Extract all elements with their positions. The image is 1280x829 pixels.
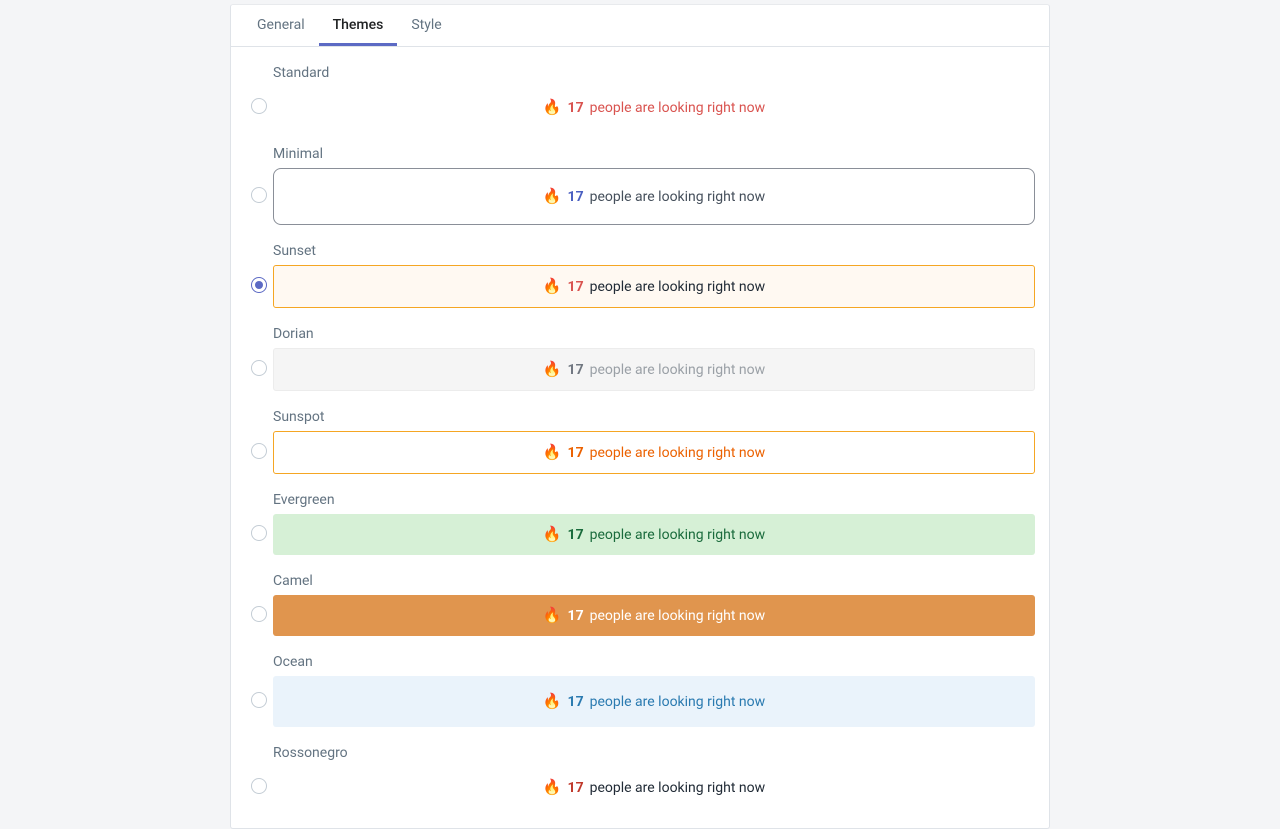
- radio-col: [245, 259, 273, 293]
- theme-row-rossonegro: Rossonegro 🔥 17 people are looking right no…: [245, 745, 1035, 808]
- theme-col: Sunset 🔥 17 people are looking right now: [273, 243, 1035, 308]
- theme-col: Dorian 🔥 17 people are looking right now: [273, 326, 1035, 391]
- preview-text: people are looking right now: [590, 363, 766, 377]
- radio-ocean[interactable]: [251, 692, 267, 708]
- theme-row-minimal: Minimal 🔥 17 people are looking right now: [245, 146, 1035, 225]
- preview-count: 17: [568, 528, 584, 542]
- radio-col: [245, 760, 273, 794]
- radio-camel[interactable]: [251, 606, 267, 622]
- theme-row-sunspot: Sunspot 🔥 17 people are looking right now: [245, 409, 1035, 474]
- theme-preview-sunset[interactable]: 🔥 17 people are looking right now: [273, 265, 1035, 308]
- theme-col: Minimal 🔥 17 people are looking right now: [273, 146, 1035, 225]
- theme-col: Sunspot 🔥 17 people are looking right now: [273, 409, 1035, 474]
- theme-col: Camel 🔥 17 people are looking right now: [273, 573, 1035, 636]
- preview-text: people are looking right now: [590, 101, 766, 115]
- preview-count: 17: [568, 280, 584, 294]
- radio-dorian[interactable]: [251, 360, 267, 376]
- theme-col: Ocean 🔥 17 people are looking right now: [273, 654, 1035, 727]
- theme-name-label: Rossonegro: [273, 745, 1035, 761]
- theme-row-evergreen: Evergreen 🔥 17 people are looking right now: [245, 492, 1035, 555]
- theme-row-sunset: Sunset 🔥 17 people are looking right now: [245, 243, 1035, 308]
- radio-col: [245, 169, 273, 203]
- tab-bar: General Themes Style: [231, 5, 1049, 47]
- theme-preview-dorian[interactable]: 🔥 17 people are looking right now: [273, 348, 1035, 391]
- radio-col: [245, 425, 273, 459]
- radio-col: [245, 674, 273, 708]
- theme-preview-rossonegro[interactable]: 🔥 17 people are looking right now: [273, 767, 1035, 808]
- theme-preview-sunspot[interactable]: 🔥 17 people are looking right now: [273, 431, 1035, 474]
- radio-rossonegro[interactable]: [251, 778, 267, 794]
- preview-text: people are looking right now: [590, 280, 766, 294]
- theme-preview-ocean[interactable]: 🔥 17 people are looking right now: [273, 676, 1035, 727]
- fire-icon: 🔥: [543, 445, 562, 460]
- theme-name-label: Minimal: [273, 146, 1035, 162]
- preview-count: 17: [568, 781, 584, 795]
- preview-count: 17: [568, 695, 584, 709]
- preview-text: people are looking right now: [590, 528, 766, 542]
- theme-preview-standard[interactable]: 🔥 17 people are looking right now: [273, 87, 1035, 128]
- tab-general[interactable]: General: [243, 5, 319, 46]
- preview-text: people are looking right now: [590, 446, 766, 460]
- settings-panel: General Themes Style Standard 🔥 17 people a…: [230, 4, 1050, 829]
- fire-icon: 🔥: [543, 527, 562, 542]
- theme-name-label: Sunset: [273, 243, 1035, 259]
- fire-icon: 🔥: [543, 279, 562, 294]
- theme-name-label: Ocean: [273, 654, 1035, 670]
- preview-count: 17: [568, 609, 584, 623]
- theme-preview-camel[interactable]: 🔥 17 people are looking right now: [273, 595, 1035, 636]
- preview-text: people are looking right now: [590, 190, 766, 204]
- radio-sunset[interactable]: [251, 277, 267, 293]
- radio-sunspot[interactable]: [251, 443, 267, 459]
- radio-col: [245, 507, 273, 541]
- theme-name-label: Camel: [273, 573, 1035, 589]
- theme-name-label: Dorian: [273, 326, 1035, 342]
- fire-icon: 🔥: [543, 780, 562, 795]
- theme-col: Standard 🔥 17 people are looking right now: [273, 65, 1035, 128]
- radio-col: [245, 80, 273, 114]
- radio-col: [245, 342, 273, 376]
- preview-text: people are looking right now: [590, 695, 766, 709]
- theme-preview-evergreen[interactable]: 🔥 17 people are looking right now: [273, 514, 1035, 555]
- preview-count: 17: [568, 446, 584, 460]
- fire-icon: 🔥: [543, 608, 562, 623]
- theme-row-dorian: Dorian 🔥 17 people are looking right now: [245, 326, 1035, 391]
- themes-content: Standard🔥17people are looking right nowM…: [231, 47, 1049, 828]
- preview-text: people are looking right now: [590, 781, 766, 795]
- theme-name-label: Standard: [273, 65, 1035, 81]
- tab-style[interactable]: Style: [397, 5, 455, 46]
- radio-evergreen[interactable]: [251, 525, 267, 541]
- preview-count: 17: [568, 190, 584, 204]
- theme-col: Evergreen 🔥 17 people are looking right now: [273, 492, 1035, 555]
- theme-row-camel: Camel 🔥 17 people are looking right now: [245, 573, 1035, 636]
- preview-count: 17: [568, 101, 584, 115]
- theme-col: Rossonegro 🔥 17 people are looking right no…: [273, 745, 1035, 808]
- theme-name-label: Sunspot: [273, 409, 1035, 425]
- fire-icon: 🔥: [543, 189, 562, 204]
- theme-name-label: Evergreen: [273, 492, 1035, 508]
- radio-col: [245, 588, 273, 622]
- preview-count: 17: [568, 363, 584, 377]
- theme-row-standard: Standard 🔥 17 people are looking right now: [245, 65, 1035, 128]
- radio-minimal[interactable]: [251, 187, 267, 203]
- fire-icon: 🔥: [543, 362, 562, 377]
- theme-preview-minimal[interactable]: 🔥 17 people are looking right now: [273, 168, 1035, 225]
- tab-themes[interactable]: Themes: [319, 5, 398, 46]
- preview-text: people are looking right now: [590, 609, 766, 623]
- radio-standard[interactable]: [251, 98, 267, 114]
- fire-icon: 🔥: [543, 694, 562, 709]
- theme-row-ocean: Ocean 🔥 17 people are looking right now: [245, 654, 1035, 727]
- fire-icon: 🔥: [543, 100, 562, 115]
